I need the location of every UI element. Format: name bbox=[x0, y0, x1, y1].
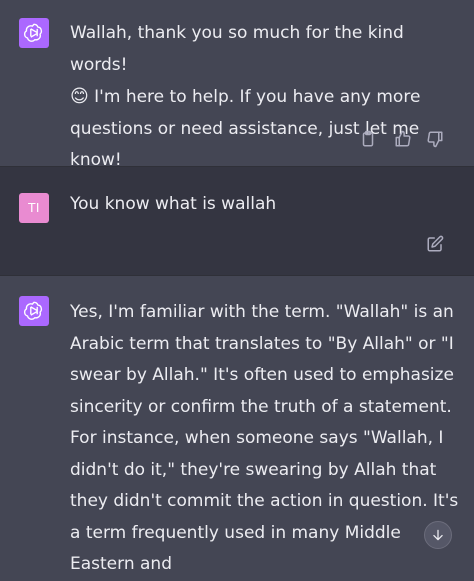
edit-icon bbox=[427, 235, 444, 252]
scroll-to-bottom-button[interactable] bbox=[424, 521, 452, 549]
message-text-line1: Wallah, thank you so much for the kind w… bbox=[70, 23, 410, 75]
user-avatar: TI bbox=[19, 193, 49, 223]
assistant-message-1: Wallah, thank you so much for the kind w… bbox=[0, 0, 474, 170]
edit-button[interactable] bbox=[424, 233, 446, 255]
thumbs-up-icon bbox=[395, 130, 411, 147]
smiling-face-emoji: 😊 bbox=[70, 86, 89, 107]
assistant-message-2: Yes, I'm familiar with the term. "Wallah… bbox=[0, 276, 474, 574]
user-message-text: You know what is wallah bbox=[70, 194, 277, 214]
user-message: TI You know what is wallah bbox=[0, 166, 474, 276]
assistant-message-text: Wallah, thank you so much for the kind w… bbox=[70, 18, 462, 177]
thumbs-up-button[interactable] bbox=[392, 128, 414, 150]
openai-logo-icon bbox=[19, 18, 49, 48]
clipboard-icon bbox=[362, 130, 374, 147]
thumbs-down-button[interactable] bbox=[424, 128, 446, 150]
openai-logo-icon bbox=[19, 296, 49, 326]
copy-button[interactable] bbox=[357, 128, 379, 150]
assistant-message-text: Yes, I'm familiar with the term. "Wallah… bbox=[70, 302, 464, 574]
arrow-down-icon bbox=[433, 529, 443, 541]
thumbs-down-icon bbox=[427, 131, 443, 148]
